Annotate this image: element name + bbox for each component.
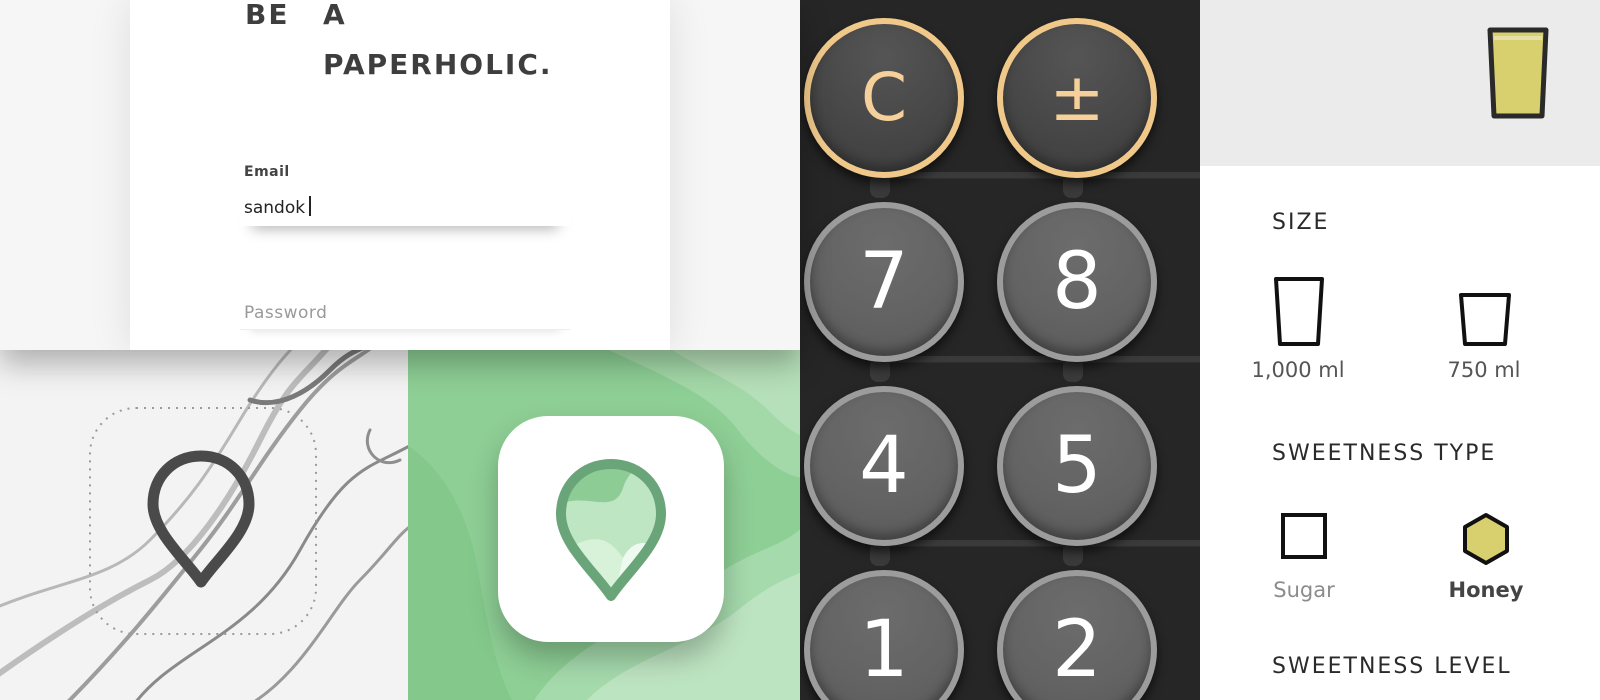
pin-sketch-panel (0, 350, 408, 700)
drink-preview-header (1200, 0, 1600, 166)
clear-button[interactable]: C (804, 18, 964, 178)
size-option-750ml[interactable]: 750 ml (1414, 270, 1554, 390)
calculator-keypad: C ± 7 8 4 5 1 2 (800, 0, 1200, 700)
map-pin-icon (147, 450, 255, 588)
size-option-1000ml[interactable]: 1,000 ml (1228, 270, 1368, 390)
app-icon-panel (408, 350, 800, 700)
email-field[interactable] (240, 190, 570, 226)
digit-7-label: 7 (859, 237, 909, 327)
sweetness-option-label: Honey (1448, 578, 1524, 602)
glass-icon (1487, 27, 1549, 119)
headline-word-a: A (323, 0, 347, 31)
large-glass-icon (1274, 277, 1324, 346)
email-label: Email (244, 164, 290, 180)
app-icon[interactable] (498, 416, 724, 642)
clear-button-label: C (860, 59, 908, 136)
digit-4-button[interactable]: 4 (804, 386, 964, 546)
plus-minus-button-label: ± (1049, 59, 1105, 136)
size-option-label: 1,000 ml (1251, 358, 1345, 382)
plus-minus-button[interactable]: ± (997, 18, 1157, 178)
drink-options-panel: SIZE 1,000 ml 750 ml SWEETNESS TYPE Suga… (1200, 0, 1600, 700)
digit-5-button[interactable]: 5 (997, 386, 1157, 546)
sweetness-option-honey[interactable]: Honey (1416, 508, 1556, 618)
digit-2-label: 2 (1052, 605, 1102, 695)
key-rail (880, 356, 1200, 362)
square-icon (1281, 513, 1327, 559)
headline-word-paperholic: PAPERHOLIC. (323, 48, 553, 81)
sweetness-level-section-title: SWEETNESS LEVEL (1272, 654, 1512, 679)
key-rail (880, 540, 1200, 546)
text-caret (309, 196, 311, 216)
digit-7-button[interactable]: 7 (804, 202, 964, 362)
hexagon-icon (1463, 513, 1509, 565)
digit-5-label: 5 (1052, 421, 1102, 511)
key-rail (880, 172, 1200, 178)
digit-8-button[interactable]: 8 (997, 202, 1157, 362)
sweetness-option-sugar[interactable]: Sugar (1234, 508, 1374, 618)
digit-4-label: 4 (859, 421, 909, 511)
password-field[interactable] (240, 296, 570, 330)
sweetness-option-label: Sugar (1273, 578, 1335, 602)
map-pin-icon (556, 459, 666, 601)
digit-2-button[interactable]: 2 (997, 570, 1157, 700)
size-section-title: SIZE (1272, 210, 1330, 235)
digit-8-label: 8 (1052, 237, 1102, 327)
headline-word-be: BE (245, 0, 290, 31)
size-option-label: 750 ml (1447, 358, 1521, 382)
login-panel: BE A PAPERHOLIC. Email (0, 0, 800, 350)
sweetness-type-section-title: SWEETNESS TYPE (1272, 441, 1497, 466)
login-card: BE A PAPERHOLIC. Email (130, 0, 670, 350)
digit-1-button[interactable]: 1 (804, 570, 964, 700)
small-glass-icon (1459, 293, 1511, 346)
digit-1-label: 1 (859, 605, 909, 695)
